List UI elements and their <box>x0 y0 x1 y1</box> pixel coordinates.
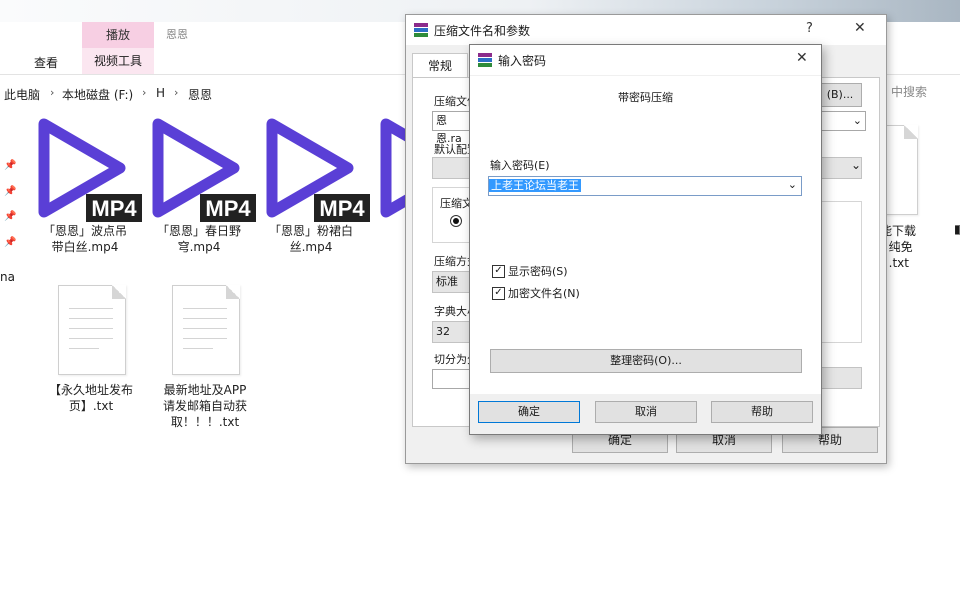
pin-icon: 📌 <box>4 186 17 197</box>
dialog-subtitle: 带密码压缩 <box>618 91 673 104</box>
organize-passwords-button[interactable]: 整理密码(O)... <box>490 349 802 373</box>
help-button[interactable]: 帮助 <box>711 401 813 423</box>
file-name: 最新地址及APP 请发邮箱自动获 取！！！.txt <box>162 383 247 429</box>
context-title: 恩恩 <box>166 28 188 41</box>
file-item[interactable] <box>374 116 406 226</box>
cancel-button[interactable]: 取消 <box>595 401 697 423</box>
encrypt-names-checkbox[interactable]: ✓ <box>492 287 505 300</box>
video-file-icon <box>380 118 406 218</box>
file-item[interactable]: MP4 <box>146 116 256 229</box>
file-item[interactable]: MP4 <box>32 116 142 229</box>
tab-play[interactable]: 播放 <box>82 22 154 48</box>
close-icon[interactable]: ✕ <box>854 20 866 36</box>
browse-button[interactable]: (B)... <box>818 83 862 107</box>
show-password-checkbox[interactable]: ✓ <box>492 265 505 278</box>
file-name: 【永久地址发布 页】.txt <box>48 383 133 413</box>
svg-text:MP4: MP4 <box>319 196 365 221</box>
window-edge-glyph: ◧ <box>954 222 960 236</box>
dialog-body <box>470 76 821 394</box>
breadcrumb-this-pc[interactable]: 此电脑 <box>4 86 40 103</box>
nav-item-partial[interactable]: na <box>0 270 15 284</box>
tab-video-tools[interactable]: 视频工具 <box>82 48 154 74</box>
pin-icon: 📌 <box>4 237 17 248</box>
tab-view[interactable]: 查看 <box>34 54 58 71</box>
chevron-right-icon: › <box>142 86 147 99</box>
pin-icon: 📌 <box>4 211 17 222</box>
tab-general[interactable]: 常规 <box>412 53 468 78</box>
password-input[interactable]: 上老王论坛当老王 ⌄ <box>488 176 802 196</box>
winrar-icon <box>478 53 492 67</box>
update-mode-dropdown[interactable]: ⌄ <box>820 157 862 179</box>
password-dialog: 输入密码 ✕ 带密码压缩 输入密码(E) 上老王论坛当老王 ⌄ ✓ 显示密码(S… <box>469 44 822 435</box>
dialog-title: 输入密码 <box>498 54 547 68</box>
text-file-icon[interactable] <box>172 285 240 375</box>
pin-icon: 📌 <box>4 160 17 171</box>
archive-name-dropdown[interactable]: ⌄ <box>820 111 866 131</box>
split-field[interactable] <box>432 369 471 389</box>
show-password-label: 显示密码(S) <box>508 265 568 278</box>
breadcrumb-folder[interactable]: 恩恩 <box>188 86 212 103</box>
profile-button[interactable] <box>432 157 472 179</box>
file-name: 「恩恩」春日野 穹.mp4 <box>156 224 241 254</box>
winrar-icon <box>414 23 428 37</box>
svg-text:MP4: MP4 <box>205 196 251 221</box>
svg-text:MP4: MP4 <box>91 196 137 221</box>
options-button[interactable] <box>820 367 862 389</box>
chevron-right-icon: › <box>174 86 179 99</box>
encrypt-names-label: 加密文件名(N) <box>508 287 580 300</box>
text-file-icon[interactable] <box>884 125 918 215</box>
dialog-title: 压缩文件名和参数 <box>434 24 531 38</box>
archive-name-field[interactable]: 恩恩.ra <box>432 111 473 145</box>
file-name: 「恩恩」波点吊 带白丝.mp4 <box>42 224 127 254</box>
password-label: 输入密码(E) <box>490 159 550 172</box>
file-name: 「恩恩」粉裙白 丝.mp4 <box>268 224 353 254</box>
video-file-icon: MP4 <box>38 118 142 222</box>
help-icon[interactable]: ? <box>806 21 813 36</box>
radio-rar[interactable] <box>450 215 462 227</box>
close-icon[interactable]: ✕ <box>796 50 808 66</box>
chevron-right-icon: › <box>50 86 55 99</box>
password-selected-text: 上老王论坛当老王 <box>489 179 581 192</box>
video-file-icon: MP4 <box>152 118 256 222</box>
options-group <box>820 201 862 343</box>
file-item[interactable]: MP4 <box>260 116 370 229</box>
ok-button[interactable]: 确定 <box>478 401 580 423</box>
text-file-icon[interactable] <box>58 285 126 375</box>
chevron-down-icon[interactable]: ⌄ <box>788 178 797 191</box>
search-input[interactable]: 中搜索 <box>884 82 960 102</box>
breadcrumb-h[interactable]: H <box>156 86 165 100</box>
breadcrumb-drive[interactable]: 本地磁盘 (F:) <box>62 86 133 103</box>
video-file-icon: MP4 <box>266 118 370 222</box>
